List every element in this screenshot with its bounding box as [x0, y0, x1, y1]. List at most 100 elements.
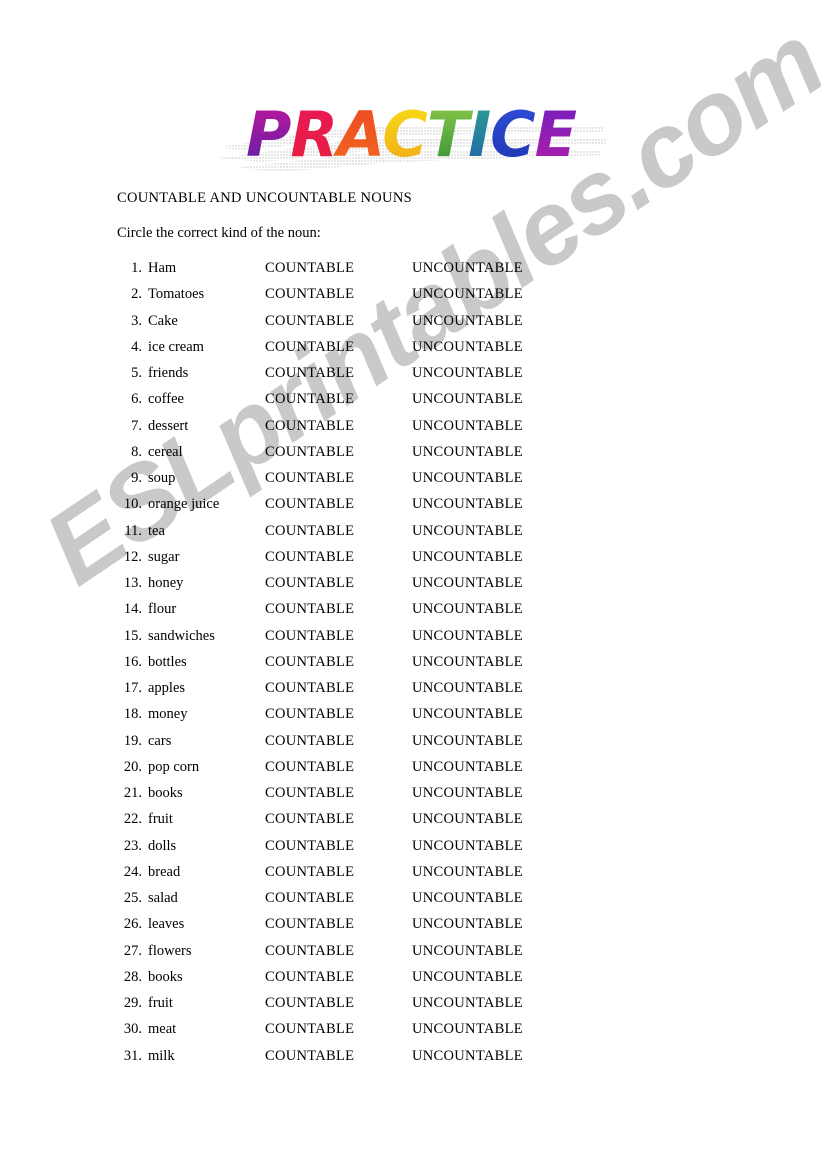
noun-word: orange juice — [148, 496, 220, 513]
noun-word: leaves — [148, 916, 185, 933]
uncountable-option[interactable]: UNCOUNTABLE — [412, 496, 523, 513]
countable-option[interactable]: COUNTABLE — [265, 864, 354, 881]
countable-option[interactable]: COUNTABLE — [265, 549, 354, 566]
noun-row: 8. cereal COUNTABLE UNCOUNTABLE — [117, 444, 677, 470]
noun-word: cereal — [148, 443, 183, 460]
uncountable-option[interactable]: UNCOUNTABLE — [412, 811, 523, 828]
noun-word: dolls — [148, 837, 177, 854]
uncountable-option[interactable]: UNCOUNTABLE — [412, 470, 523, 487]
uncountable-option[interactable]: UNCOUNTABLE — [412, 733, 523, 750]
countable-option[interactable]: COUNTABLE — [265, 496, 354, 513]
countable-option[interactable]: COUNTABLE — [265, 260, 354, 277]
noun-word: flour — [148, 601, 177, 618]
noun-row: 18. money COUNTABLE UNCOUNTABLE — [117, 706, 677, 732]
uncountable-option[interactable]: UNCOUNTABLE — [412, 286, 523, 303]
uncountable-option[interactable]: UNCOUNTABLE — [412, 943, 523, 960]
worksheet-page: ESLprintables.com PRACTICE COUNTABLE AND… — [0, 0, 821, 1169]
countable-option[interactable]: COUNTABLE — [265, 339, 354, 356]
uncountable-option[interactable]: UNCOUNTABLE — [412, 391, 523, 408]
countable-option[interactable]: COUNTABLE — [265, 365, 354, 382]
noun-word: sugar — [148, 548, 180, 565]
uncountable-option[interactable]: UNCOUNTABLE — [412, 444, 523, 461]
countable-option[interactable]: COUNTABLE — [265, 995, 354, 1012]
svg-text:PRACTICE: PRACTICE — [245, 98, 576, 171]
uncountable-option[interactable]: UNCOUNTABLE — [412, 1048, 523, 1065]
countable-option[interactable]: COUNTABLE — [265, 838, 354, 855]
uncountable-option[interactable]: UNCOUNTABLE — [412, 759, 523, 776]
countable-option[interactable]: COUNTABLE — [265, 1021, 354, 1038]
uncountable-option[interactable]: UNCOUNTABLE — [412, 628, 523, 645]
countable-option[interactable]: COUNTABLE — [265, 444, 354, 461]
countable-option[interactable]: COUNTABLE — [265, 575, 354, 592]
countable-option[interactable]: COUNTABLE — [265, 759, 354, 776]
countable-option[interactable]: COUNTABLE — [265, 1048, 354, 1065]
uncountable-option[interactable]: UNCOUNTABLE — [412, 654, 523, 671]
countable-option[interactable]: COUNTABLE — [265, 418, 354, 435]
uncountable-option[interactable]: UNCOUNTABLE — [412, 418, 523, 435]
row-number: 27. — [123, 942, 142, 959]
countable-option[interactable]: COUNTABLE — [265, 654, 354, 671]
noun-row: 5. friends COUNTABLE UNCOUNTABLE — [117, 365, 677, 391]
countable-option[interactable]: COUNTABLE — [265, 785, 354, 802]
uncountable-option[interactable]: UNCOUNTABLE — [412, 313, 523, 330]
countable-option[interactable]: COUNTABLE — [265, 969, 354, 986]
row-number: 23. — [123, 837, 142, 854]
noun-row: 14. flour COUNTABLE UNCOUNTABLE — [117, 601, 677, 627]
noun-row: 31. milk COUNTABLE UNCOUNTABLE — [117, 1048, 677, 1074]
countable-option[interactable]: COUNTABLE — [265, 706, 354, 723]
uncountable-option[interactable]: UNCOUNTABLE — [412, 549, 523, 566]
uncountable-option[interactable]: UNCOUNTABLE — [412, 575, 523, 592]
noun-row: 29. fruit COUNTABLE UNCOUNTABLE — [117, 995, 677, 1021]
countable-option[interactable]: COUNTABLE — [265, 733, 354, 750]
uncountable-option[interactable]: UNCOUNTABLE — [412, 785, 523, 802]
countable-option[interactable]: COUNTABLE — [265, 628, 354, 645]
noun-row: 1. Ham COUNTABLE UNCOUNTABLE — [117, 260, 677, 286]
countable-option[interactable]: COUNTABLE — [265, 313, 354, 330]
uncountable-option[interactable]: UNCOUNTABLE — [412, 601, 523, 618]
noun-word: Cake — [148, 312, 178, 329]
uncountable-option[interactable]: UNCOUNTABLE — [412, 916, 523, 933]
row-number: 4. — [131, 338, 142, 355]
row-number: 16. — [123, 653, 142, 670]
countable-option[interactable]: COUNTABLE — [265, 391, 354, 408]
uncountable-option[interactable]: UNCOUNTABLE — [412, 523, 523, 540]
countable-option[interactable]: COUNTABLE — [265, 890, 354, 907]
uncountable-option[interactable]: UNCOUNTABLE — [412, 969, 523, 986]
countable-option[interactable]: COUNTABLE — [265, 916, 354, 933]
countable-option[interactable]: COUNTABLE — [265, 286, 354, 303]
countable-option[interactable]: COUNTABLE — [265, 811, 354, 828]
uncountable-option[interactable]: UNCOUNTABLE — [412, 365, 523, 382]
noun-row: 3. Cake COUNTABLE UNCOUNTABLE — [117, 313, 677, 339]
countable-option[interactable]: COUNTABLE — [265, 523, 354, 540]
countable-option[interactable]: COUNTABLE — [265, 470, 354, 487]
row-number: 9. — [131, 470, 142, 486]
noun-row: 27. flowers COUNTABLE UNCOUNTABLE — [117, 943, 677, 969]
uncountable-option[interactable]: UNCOUNTABLE — [412, 995, 523, 1012]
row-number: 29. — [123, 995, 142, 1011]
row-number: 26. — [123, 916, 142, 933]
noun-row: 20. pop corn COUNTABLE UNCOUNTABLE — [117, 759, 677, 785]
row-number: 24. — [123, 863, 142, 880]
row-number: 3. — [131, 312, 142, 329]
noun-word: sandwiches — [148, 627, 215, 644]
countable-option[interactable]: COUNTABLE — [265, 943, 354, 960]
uncountable-option[interactable]: UNCOUNTABLE — [412, 680, 523, 697]
noun-row: 11. tea COUNTABLE UNCOUNTABLE — [117, 523, 677, 549]
uncountable-option[interactable]: UNCOUNTABLE — [412, 864, 523, 881]
countable-option[interactable]: COUNTABLE — [265, 601, 354, 618]
noun-row: 25. salad COUNTABLE UNCOUNTABLE — [117, 890, 677, 916]
row-number: 17. — [123, 680, 142, 696]
noun-word: coffee — [148, 391, 184, 408]
countable-option[interactable]: COUNTABLE — [265, 680, 354, 697]
uncountable-option[interactable]: UNCOUNTABLE — [412, 890, 523, 907]
uncountable-option[interactable]: UNCOUNTABLE — [412, 260, 523, 277]
noun-row: 4. ice cream COUNTABLE UNCOUNTABLE — [117, 339, 677, 365]
uncountable-option[interactable]: UNCOUNTABLE — [412, 706, 523, 723]
noun-row: 10. orange juice COUNTABLE UNCOUNTABLE — [117, 496, 677, 522]
uncountable-option[interactable]: UNCOUNTABLE — [412, 838, 523, 855]
noun-row: 17. apples COUNTABLE UNCOUNTABLE — [117, 680, 677, 706]
uncountable-option[interactable]: UNCOUNTABLE — [412, 339, 523, 356]
noun-word: fruit — [148, 811, 173, 828]
noun-row: 16. bottles COUNTABLE UNCOUNTABLE — [117, 654, 677, 680]
uncountable-option[interactable]: UNCOUNTABLE — [412, 1021, 523, 1038]
